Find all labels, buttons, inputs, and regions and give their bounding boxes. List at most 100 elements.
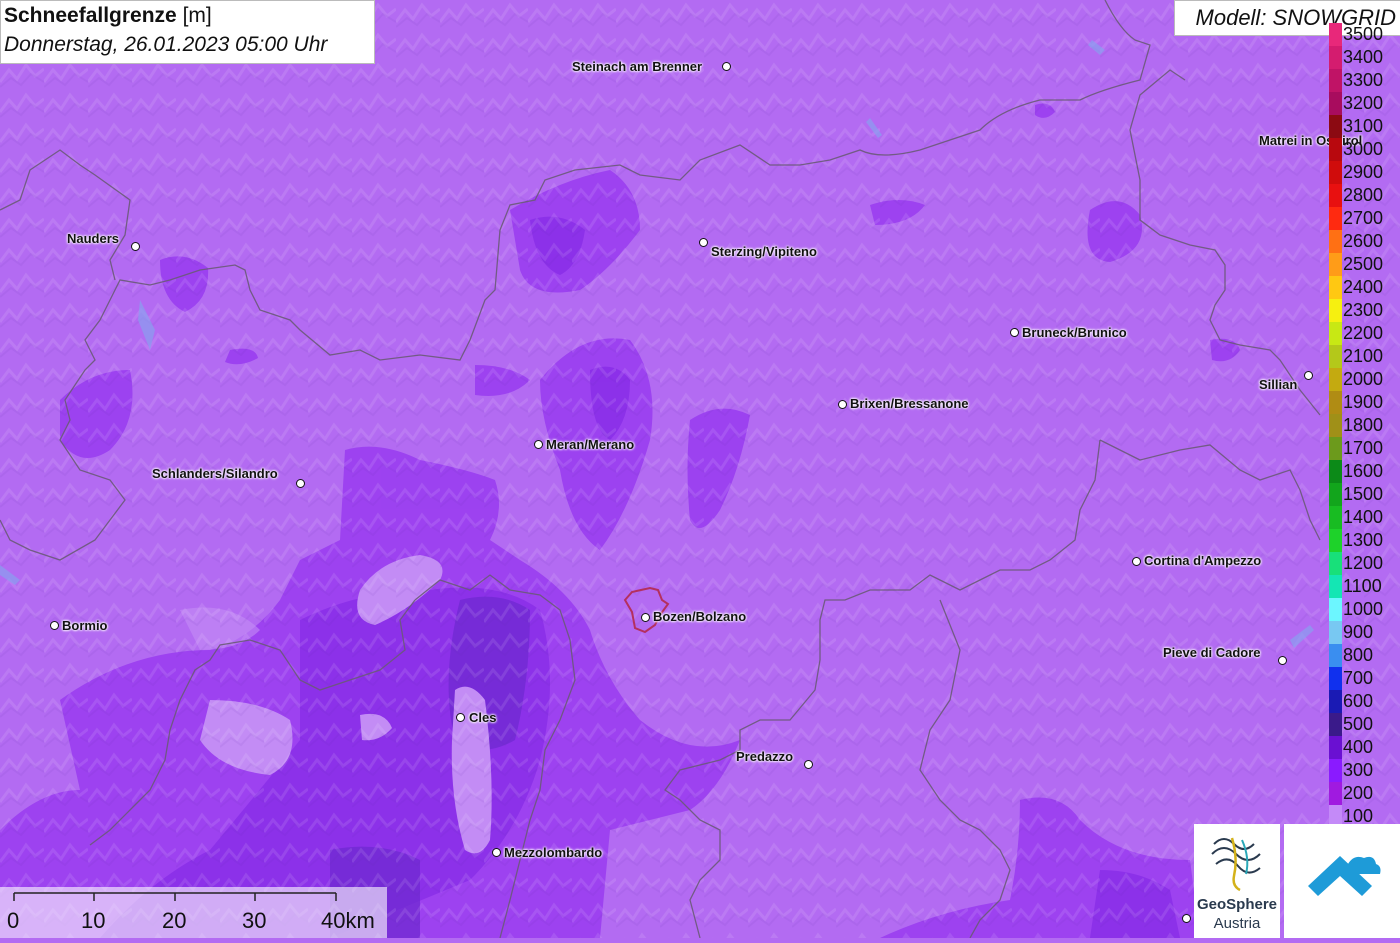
legend-swatch [1329,736,1342,760]
city-label: Sterzing/Vipiteno [711,244,817,259]
legend-value: 200 [1343,783,1374,803]
legend-swatch [1329,414,1342,438]
city-label: Sillian [1259,377,1298,392]
city-marker[interactable] [804,760,813,769]
scale-label: 30 [242,908,267,933]
city-marker[interactable] [641,613,650,622]
city-marker[interactable] [534,440,543,449]
legend-value: 1000 [1343,599,1384,619]
forecast-datetime: Donnerstag, 26.01.2023 05:00 Uhr [4,33,328,56]
legend-swatch [1329,138,1342,162]
legend-item: 1900 [1329,391,1400,415]
legend-item: 2200 [1329,322,1400,346]
city-marker[interactable] [296,479,305,488]
legend-swatch [1329,437,1342,461]
legend-item: 1200 [1329,552,1400,576]
legend-swatch [1329,184,1342,208]
legend-swatch [1329,391,1342,415]
scale-label: 20 [162,908,187,933]
city-label: Bormio [62,618,108,633]
city-marker[interactable] [50,621,59,630]
legend-swatch [1329,368,1342,392]
legend-value: 2300 [1343,300,1384,320]
legend-value: 1100 [1343,576,1382,596]
legend-swatch [1329,782,1342,806]
legend-value: 1700 [1343,438,1384,458]
legend-swatch [1329,161,1342,185]
city-label: Nauders [67,231,120,246]
legend-item: 700 [1329,667,1400,691]
color-legend: 3500 3400 3300 3200 3100 3000 2900 2800 2700 2600… [1329,23,1400,829]
legend-swatch [1329,759,1342,783]
legend-swatch [1329,483,1342,507]
legend-value: 3100 [1343,116,1384,136]
city-label: Steinach am Brenner [572,59,703,74]
city-label: Cles [469,710,497,725]
city-marker[interactable] [699,238,708,247]
legend-item: 3100 [1329,115,1400,139]
legend-value: 2000 [1343,369,1384,389]
legend-value: 700 [1343,668,1374,688]
city-label: Mezzolombardo [504,845,603,860]
legend-swatch [1329,644,1342,668]
legend-value: 2200 [1343,323,1384,343]
legend-item: 2000 [1329,368,1400,392]
legend-item: 3300 [1329,69,1400,93]
scale-label: 10 [81,908,106,933]
legend-swatch [1329,69,1342,93]
scale-bar: 0 10 20 30 40km [0,887,387,938]
legend-item: 2600 [1329,230,1400,254]
geosphere-name: GeoSphere [1196,896,1278,913]
legend-item: 3400 [1329,46,1400,70]
city-marker[interactable] [1182,914,1191,923]
legend-item: 2500 [1329,253,1400,277]
legend-item: 1500 [1329,483,1400,507]
city-label: Schlanders/Silandro [152,466,278,481]
city-marker[interactable] [1010,328,1019,337]
weather-app-logo[interactable] [1284,824,1400,938]
parameter-name: Schneefallgrenze [4,4,177,27]
legend-swatch [1329,276,1342,300]
city-marker[interactable] [131,242,140,251]
legend-swatch [1329,46,1342,70]
legend-value: 3500 [1343,24,1384,44]
legend-item: 2900 [1329,161,1400,185]
legend-value: 400 [1343,737,1374,757]
scale-label: 40km [321,908,375,933]
legend-swatch [1329,92,1342,116]
legend-item: 500 [1329,713,1400,737]
city-label: Bruneck/Brunico [1022,325,1127,340]
legend-value: 1200 [1343,553,1384,573]
city-marker[interactable] [1132,557,1141,566]
legend-swatch [1329,322,1342,346]
city-marker[interactable] [838,400,847,409]
legend-value: 500 [1343,714,1374,734]
city-marker[interactable] [722,62,731,71]
city-marker[interactable] [1304,371,1313,380]
city-marker[interactable] [1278,656,1287,665]
geosphere-logo[interactable]: GeoSphere Austria [1194,824,1280,938]
legend-value: 800 [1343,645,1374,665]
geosphere-emblem-icon [1211,837,1261,892]
legend-value: 2900 [1343,162,1384,182]
legend-value: 2600 [1343,231,1384,251]
scale-label: 0 [7,908,20,933]
legend-item: 2800 [1329,184,1400,208]
city-marker[interactable] [492,848,501,857]
legend-swatch [1329,207,1342,231]
map-title: Schneefallgrenze [m] [4,4,212,28]
legend-value: 2500 [1343,254,1384,274]
city-label: Brixen/Bressanone [850,396,969,411]
mountain-cloud-icon [1308,856,1381,896]
legend-value: 2100 [1343,346,1384,366]
legend-item: 1700 [1329,437,1400,461]
legend-item: 3000 [1329,138,1400,162]
legend-item: 600 [1329,690,1400,714]
legend-item: 2300 [1329,299,1400,323]
legend-item: 1600 [1329,460,1400,484]
legend-item: 1300 [1329,529,1400,553]
city-marker[interactable] [456,713,465,722]
legend-value: 3400 [1343,47,1384,67]
city-label: Cortina d'Ampezzo [1144,553,1262,568]
legend-value: 600 [1343,691,1374,711]
